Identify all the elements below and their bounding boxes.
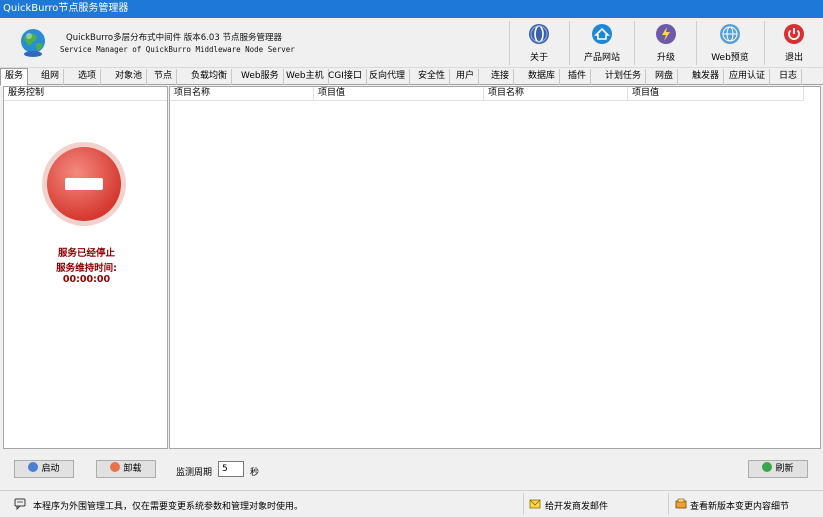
changelog-link[interactable]: 查看新版本变更内容细节 xyxy=(690,499,789,512)
unload-label: 卸载 xyxy=(123,464,142,474)
about-label: 关于 xyxy=(529,53,548,63)
monitor-period-input[interactable]: 5 xyxy=(218,461,244,477)
power-icon xyxy=(784,24,804,44)
tab-web-host[interactable]: Web主机 xyxy=(282,69,329,85)
unload-icon xyxy=(110,462,121,472)
web-preview-label: Web预览 xyxy=(711,53,749,63)
exit-label: 退出 xyxy=(784,53,803,63)
toolbar-separator xyxy=(509,21,510,65)
tab-networking[interactable]: 组网 xyxy=(37,69,65,85)
refresh-label: 刷新 xyxy=(775,464,794,474)
tab-security[interactable]: 安全性 xyxy=(414,69,451,85)
upgrade-label: 升级 xyxy=(656,53,675,63)
start-icon xyxy=(28,462,39,472)
start-button[interactable]: 启动 xyxy=(14,460,74,478)
tab-netdisk[interactable]: 网盘 xyxy=(651,69,679,85)
globe-logo-icon xyxy=(21,29,45,57)
email-icon xyxy=(529,499,541,509)
message-icon xyxy=(14,498,26,510)
service-control-panel: 服务控制 服务已经停止 服务维持时间: 00:00:00 xyxy=(3,86,168,449)
tab-bar: 服务 组网 选项 对象池 节点 负载均衡 Web服务 Web主机 CGI接口 反… xyxy=(0,68,823,86)
tab-nodes[interactable]: 节点 xyxy=(150,69,178,85)
monitor-period-unit: 秒 xyxy=(250,468,260,478)
tab-database[interactable]: 数据库 xyxy=(524,69,561,85)
globe-icon xyxy=(720,24,740,44)
toolbar-separator xyxy=(634,21,635,65)
tab-web-service[interactable]: Web服务 xyxy=(237,69,284,85)
email-developer-link[interactable]: 给开发商发邮件 xyxy=(545,499,608,512)
statusbar-separator xyxy=(523,493,524,515)
product-website-button[interactable]: 产品网站 xyxy=(574,21,630,65)
refresh-icon xyxy=(762,462,773,472)
tab-app-auth[interactable]: 应用认证 xyxy=(725,69,771,85)
changelog-icon xyxy=(675,498,687,509)
product-website-label: 产品网站 xyxy=(583,53,620,63)
unload-button[interactable]: 卸载 xyxy=(96,460,156,478)
exit-button[interactable]: 退出 xyxy=(766,21,822,65)
column-header[interactable]: 项目名称 xyxy=(170,87,314,101)
status-bar: 本程序为外围管理工具，仅在需要变更系统参数和管理对象时使用。 给开发商发邮件 查… xyxy=(0,490,823,517)
statusbar-separator xyxy=(668,493,669,515)
monitor-period-label: 监测周期 xyxy=(176,468,213,478)
tab-logs[interactable]: 日志 xyxy=(775,69,803,85)
header-subtitle: Service Manager of QuickBurro Middleware… xyxy=(60,45,295,54)
uptime-label: 服务维持时间: xyxy=(56,263,117,274)
service-status: 服务已经停止 xyxy=(57,248,115,259)
header-title: QuickBurro多层分布式中间件 版本6.03 节点服务管理器 xyxy=(66,33,282,43)
home-icon xyxy=(592,24,612,44)
about-button[interactable]: 关于 xyxy=(511,21,567,65)
status-message: 本程序为外围管理工具，仅在需要变更系统参数和管理对象时使用。 xyxy=(33,502,304,512)
column-header[interactable]: 项目值 xyxy=(628,87,804,101)
about-icon xyxy=(529,24,549,44)
parameters-table: 项目名称 项目值 项目名称 项目值 xyxy=(169,86,821,449)
column-header[interactable]: 项目名称 xyxy=(484,87,628,101)
lightning-icon xyxy=(656,24,676,44)
tab-reverse-proxy[interactable]: 反向代理 xyxy=(365,69,411,85)
stopped-icon xyxy=(42,142,126,226)
web-preview-button[interactable]: Web预览 xyxy=(702,21,758,65)
tab-users[interactable]: 用户 xyxy=(452,69,480,85)
tab-plugins[interactable]: 插件 xyxy=(564,69,592,85)
toolbar-separator xyxy=(696,21,697,65)
window-title: QuickBurro节点服务管理器 xyxy=(0,0,823,18)
refresh-button[interactable]: 刷新 xyxy=(748,460,808,478)
tab-connections[interactable]: 连接 xyxy=(487,69,515,85)
uptime-value: 00:00:00 xyxy=(62,274,111,285)
service-control-title: 服务控制 xyxy=(4,87,167,101)
tab-triggers[interactable]: 触发器 xyxy=(688,69,725,85)
tab-cgi[interactable]: CGI接口 xyxy=(324,69,367,85)
start-label: 启动 xyxy=(41,464,60,474)
column-header[interactable]: 项目值 xyxy=(314,87,484,101)
tab-service[interactable]: 服务 xyxy=(0,68,29,86)
toolbar-separator xyxy=(569,21,570,65)
tab-object-pool[interactable]: 对象池 xyxy=(111,69,148,85)
tab-load-balance[interactable]: 负载均衡 xyxy=(187,69,233,85)
header: QuickBurro多层分布式中间件 版本6.03 节点服务管理器 Servic… xyxy=(0,18,823,68)
upgrade-button[interactable]: 升级 xyxy=(638,21,694,65)
toolbar-separator xyxy=(764,21,765,65)
tab-scheduled-tasks[interactable]: 计划任务 xyxy=(601,69,647,85)
tab-options[interactable]: 选项 xyxy=(74,69,102,85)
